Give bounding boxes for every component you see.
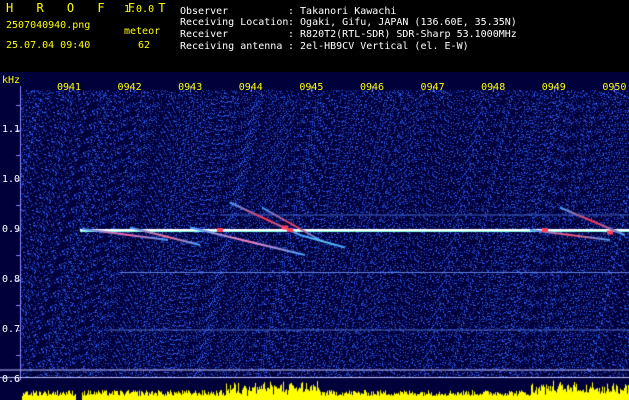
location-label: Receiving Location — [180, 17, 289, 28]
app-version: 1.0.0 — [124, 4, 155, 15]
x-tick-label: 0948 — [481, 82, 506, 93]
antenna-label: Receiving antenna — [180, 41, 283, 52]
y-tick-label: 0.6 — [2, 374, 21, 385]
spectrogram-canvas — [0, 72, 629, 400]
antenna-value: : 2el-HB9CV Vertical (el. E-W) — [288, 41, 469, 52]
datetime-stamp: 25.07.04 09:40 — [6, 40, 91, 51]
x-tick-label: 0941 — [56, 82, 82, 93]
x-tick-label: 0945 — [299, 82, 324, 93]
x-tick-label: 0949 — [541, 82, 566, 93]
y-tick-label: 0.9 — [2, 224, 21, 235]
meteor-label: meteor — [124, 26, 161, 37]
header-panel: H R O F F T 1.0.0 2507040940.png 25.07.0… — [0, 0, 629, 72]
receiver-label: Receiver — [180, 29, 229, 40]
x-tick-label: 0943 — [178, 82, 203, 93]
y-tick-label: 0.7 — [2, 324, 21, 335]
x-tick-label: 0947 — [420, 82, 445, 93]
y-tick-label: 1.0 — [2, 174, 21, 185]
y-tick-label: 0.8 — [2, 274, 21, 285]
receiver-value: : R820T2(RTL-SDR) SDR-Sharp 53.1000MHz — [288, 29, 517, 40]
y-axis-label: kHz — [2, 75, 21, 86]
meteor-count: 62 — [138, 40, 151, 51]
location-value: : Ogaki, Gifu, JAPAN (136.60E, 35.35N) — [288, 17, 517, 28]
file-name: 2507040940.png — [6, 20, 91, 31]
x-tick-label: 0942 — [117, 82, 142, 93]
x-tick-label: 0946 — [359, 82, 385, 93]
x-tick-label: 0950 — [602, 82, 627, 93]
y-tick-label: 1.1 — [2, 124, 21, 135]
x-tick-label: 0944 — [238, 82, 263, 93]
